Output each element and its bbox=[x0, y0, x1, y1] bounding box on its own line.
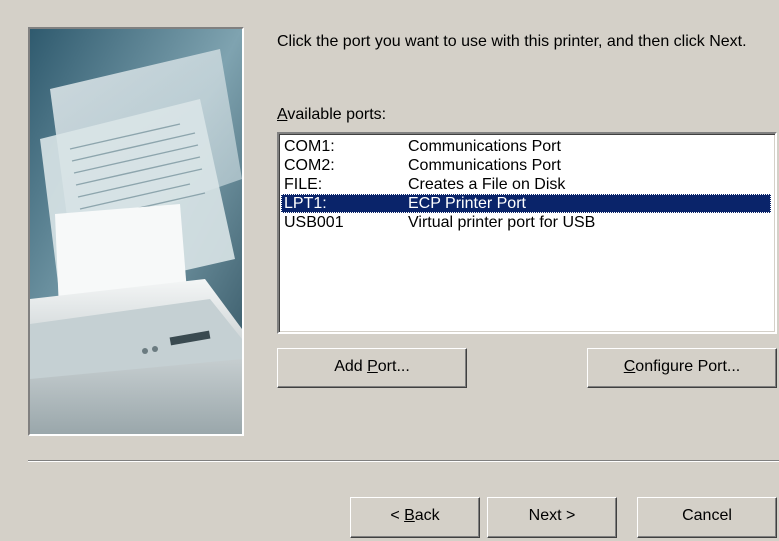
port-description: Communications Port bbox=[408, 157, 561, 174]
back-button[interactable]: < Back bbox=[350, 497, 480, 538]
next-button[interactable]: Next > bbox=[487, 497, 617, 538]
port-row[interactable]: FILE: Creates a File on Disk bbox=[281, 175, 771, 194]
cancel-button[interactable]: Cancel bbox=[637, 497, 777, 538]
port-name: USB001 bbox=[284, 214, 344, 231]
port-name: LPT1: bbox=[284, 195, 327, 212]
port-description: Creates a File on Disk bbox=[408, 176, 566, 193]
port-row-selected[interactable]: LPT1: ECP Printer Port bbox=[281, 194, 771, 213]
ports-listbox[interactable]: COM1: Communications Port COM2: Communic… bbox=[277, 132, 777, 334]
available-ports-label: Available ports: bbox=[277, 106, 387, 123]
port-description: Virtual printer port for USB bbox=[408, 214, 596, 231]
wizard-printer-image bbox=[28, 27, 244, 436]
port-name: FILE: bbox=[284, 176, 323, 193]
footer-divider bbox=[28, 460, 779, 462]
port-description: Communications Port bbox=[408, 138, 561, 155]
add-port-button[interactable]: Add Port... bbox=[277, 348, 467, 388]
port-description: ECP Printer Port bbox=[408, 195, 526, 212]
configure-port-button[interactable]: Configure Port... bbox=[587, 348, 777, 388]
port-name: COM2: bbox=[284, 157, 335, 174]
port-row[interactable]: COM1: Communications Port bbox=[281, 137, 771, 156]
instruction-text: Click the port you want to use with this… bbox=[277, 33, 747, 50]
port-name: COM1: bbox=[284, 138, 335, 155]
port-row[interactable]: USB001 Virtual printer port for USB bbox=[281, 213, 771, 232]
port-row[interactable]: COM2: Communications Port bbox=[281, 156, 771, 175]
